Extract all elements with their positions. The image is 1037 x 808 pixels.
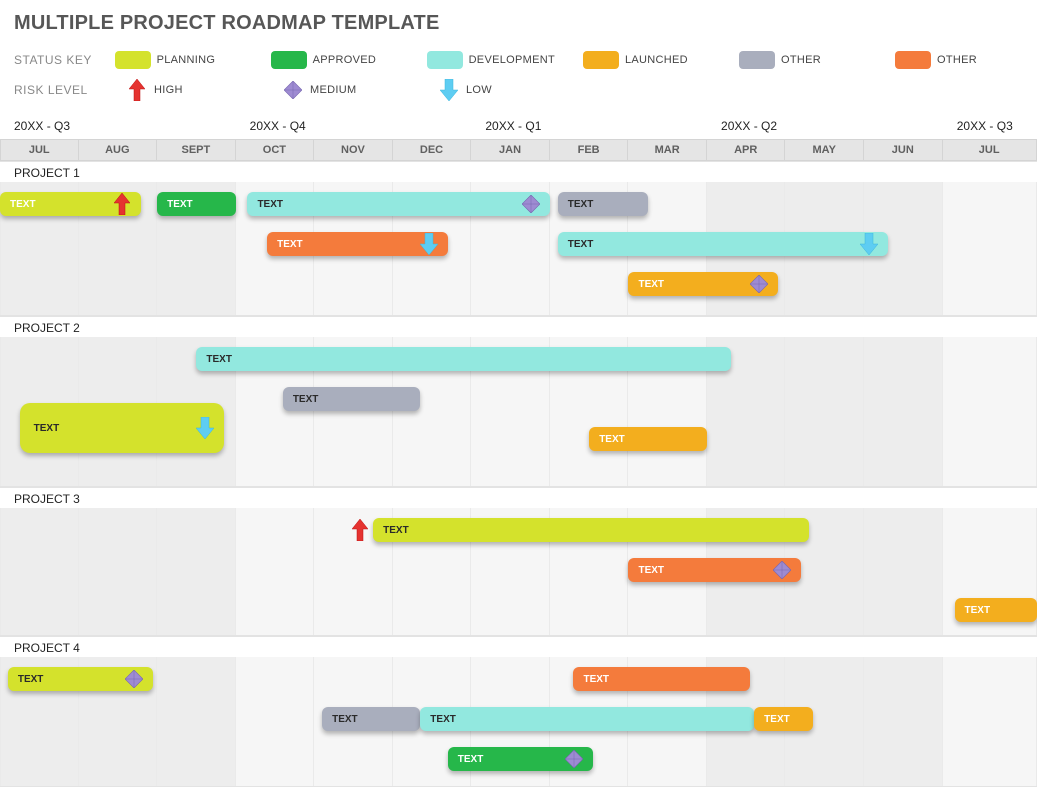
arrow_up-icon (113, 193, 131, 215)
month-cell: OCT (236, 140, 315, 160)
arrow_down-icon (420, 233, 438, 255)
timeline: 20XX - Q3 20XX - Q4 20XX - Q1 20XX - Q2 20XX… (0, 119, 1037, 787)
legend-risk-item: LOW (438, 79, 566, 101)
risk-name: LOW (466, 84, 492, 96)
quarter-label: 20XX - Q4 (236, 119, 306, 133)
month-cell: MAR (628, 140, 707, 160)
timeline-quarter-row: 20XX - Q3 20XX - Q4 20XX - Q1 20XX - Q2 20XX… (0, 119, 1037, 139)
gantt-bar[interactable]: TEXT (283, 387, 420, 411)
timeline-month-row: JULAUGSEPTOCTNOVDECJANFEBMARAPRMAYJUNJUL (0, 139, 1037, 161)
month-cell: NOV (314, 140, 393, 160)
legend-status-item: APPROVED (271, 51, 399, 69)
project-body: TEXTTEXTTEXTTEXTTEXTTEXTTEXT (0, 182, 1037, 316)
month-cell: FEB (550, 140, 629, 160)
status-swatch (427, 51, 463, 69)
status-swatch (271, 51, 307, 69)
project-header: PROJECT 1 (0, 161, 1037, 182)
month-cell: JUL (943, 140, 1037, 160)
status-name: DEVELOPMENT (469, 54, 555, 66)
status-name: PLANNING (157, 54, 216, 66)
status-name: OTHER (781, 54, 821, 66)
projects-container: PROJECT 1TEXTTEXTTEXTTEXTTEXTTEXTTEXTPRO… (0, 161, 1037, 787)
quarter-label: 20XX - Q3 (943, 119, 1013, 133)
project-header: PROJECT 4 (0, 636, 1037, 657)
status-swatch (115, 51, 151, 69)
status-name: OTHER (937, 54, 977, 66)
legend-status-item: OTHER (739, 51, 867, 69)
legend-status-item: LAUNCHED (583, 51, 711, 69)
gantt-bar[interactable]: TEXT (247, 192, 549, 216)
gantt-bar[interactable]: TEXT (20, 403, 224, 453)
diamond-icon (282, 81, 304, 99)
project-header: PROJECT 2 (0, 316, 1037, 337)
gantt-bar[interactable]: TEXT (573, 667, 750, 691)
arrow_down-icon (860, 233, 878, 255)
risk-name: HIGH (154, 84, 183, 96)
project-body: TEXTTEXTTEXT (0, 508, 1037, 636)
legend-status-item: DEVELOPMENT (427, 51, 555, 69)
month-cell: MAY (785, 140, 864, 160)
quarter-label: 20XX - Q3 (0, 119, 70, 133)
month-cell: AUG (79, 140, 158, 160)
month-cell: APR (707, 140, 786, 160)
legend-risk-row: RISK LEVEL HIGH MEDIUM LOW (14, 75, 1023, 105)
status-swatch (895, 51, 931, 69)
gantt-bar[interactable]: TEXT (589, 427, 707, 451)
legend-risk-item: MEDIUM (282, 79, 410, 101)
risk-name: MEDIUM (310, 84, 356, 96)
arrow_up-icon (351, 519, 369, 541)
status-name: APPROVED (313, 54, 377, 66)
legend-status-item: PLANNING (115, 51, 243, 69)
gantt-bar[interactable]: TEXT (373, 518, 809, 542)
diamond-icon (522, 193, 540, 215)
project-body: TEXTTEXTTEXTTEXTTEXTTEXT (0, 657, 1037, 787)
month-cell: JAN (471, 140, 550, 160)
diamond-icon (565, 748, 583, 770)
legend-status-label: STATUS KEY (14, 53, 95, 67)
gantt-bar[interactable]: TEXT (558, 192, 648, 216)
month-cell: DEC (393, 140, 472, 160)
status-name: LAUNCHED (625, 54, 688, 66)
project-body: TEXT TEXT TEXT TEXT (0, 337, 1037, 487)
quarter-label: 20XX - Q2 (707, 119, 777, 133)
legend-status-item: OTHER (895, 51, 1023, 69)
gantt-bar[interactable]: TEXT (322, 707, 420, 731)
arrow_down-icon (196, 417, 214, 439)
arrow_down-icon (438, 79, 460, 101)
status-swatch (739, 51, 775, 69)
gantt-bar[interactable]: TEXT (558, 232, 888, 256)
gantt-bar[interactable]: TEXT (420, 707, 754, 731)
diamond-icon (125, 668, 143, 690)
project-header: PROJECT 3 (0, 487, 1037, 508)
status-swatch (583, 51, 619, 69)
arrow_up-icon (126, 79, 148, 101)
legend-risk-label: RISK LEVEL (14, 83, 106, 97)
month-cell: SEPT (157, 140, 236, 160)
gantt-bar[interactable]: TEXT (955, 598, 1037, 622)
legend-risk-item: HIGH (126, 79, 254, 101)
page-title: MULTIPLE PROJECT ROADMAP TEMPLATE (0, 12, 1037, 43)
month-cell: JUL (0, 140, 79, 160)
gantt-bar[interactable]: TEXT (196, 347, 730, 371)
gantt-bar[interactable]: TEXT (157, 192, 236, 216)
legend-status-row: STATUS KEY PLANNING APPROVED DEVELOPMENT… (14, 45, 1023, 75)
diamond-icon (750, 273, 768, 295)
legend: STATUS KEY PLANNING APPROVED DEVELOPMENT… (0, 43, 1037, 109)
diamond-icon (773, 559, 791, 581)
quarter-label: 20XX - Q1 (471, 119, 541, 133)
month-cell: JUN (864, 140, 943, 160)
gantt-bar[interactable]: TEXT (754, 707, 813, 731)
